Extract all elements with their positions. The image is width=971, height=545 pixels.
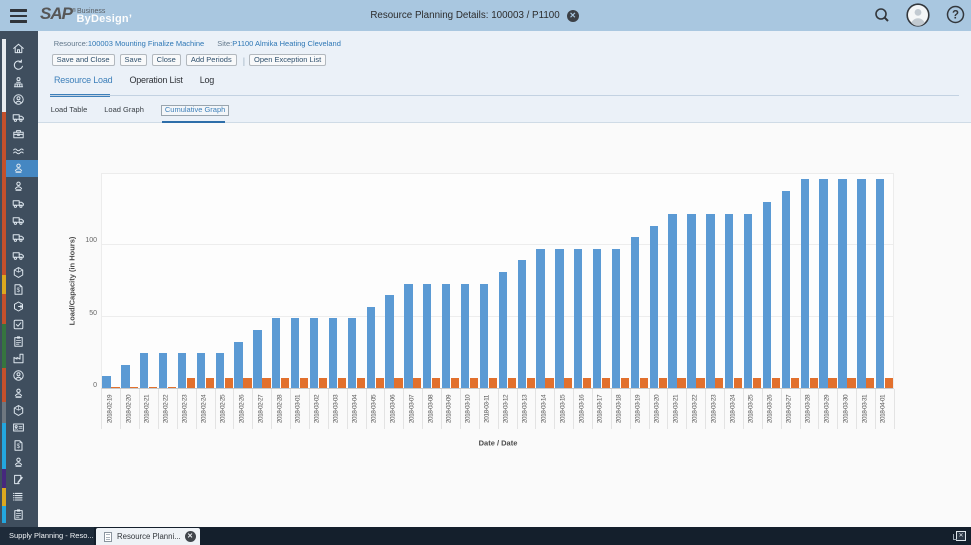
svg-text:$: $ bbox=[17, 444, 21, 450]
svg-text:?: ? bbox=[952, 10, 959, 22]
svg-text:$: $ bbox=[17, 288, 21, 294]
